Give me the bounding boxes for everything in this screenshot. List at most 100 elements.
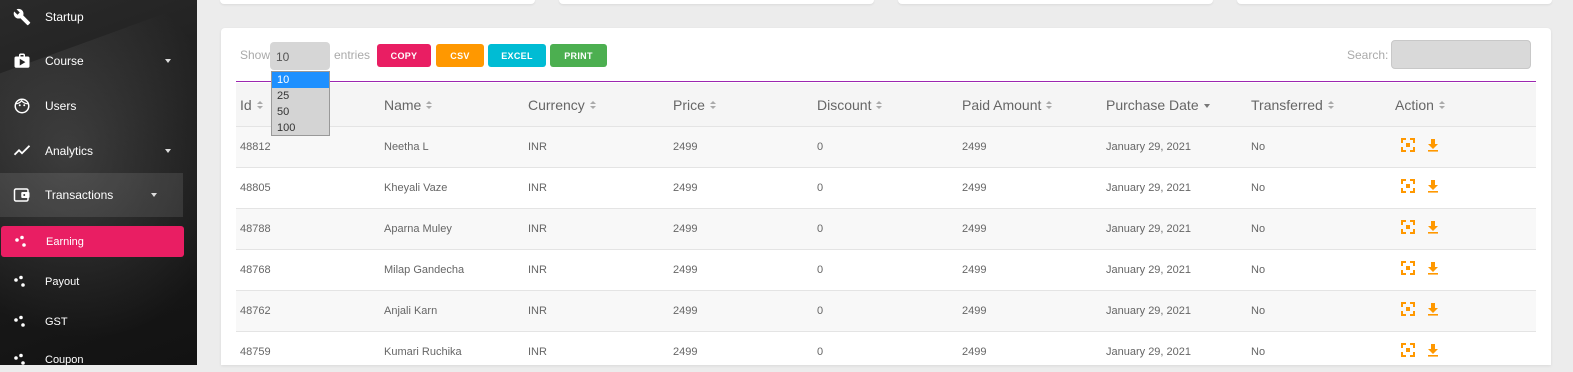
- column-header-paid-amount[interactable]: Paid Amount: [962, 97, 1053, 113]
- cell-transferred: No: [1251, 264, 1266, 276]
- dots-icon: [13, 353, 27, 366]
- dots-icon: [14, 235, 28, 249]
- cell-name: Kumari Ruchika: [384, 346, 462, 358]
- sidebar-item-label: Startup: [45, 10, 84, 24]
- copy-button[interactable]: COPY: [377, 44, 431, 67]
- download-icon[interactable]: [1426, 220, 1440, 234]
- column-header-discount[interactable]: Discount: [817, 97, 883, 113]
- cell-id: 48759: [240, 346, 271, 358]
- column-header-id[interactable]: Id: [240, 97, 263, 113]
- column-header-transferred[interactable]: Transferred: [1251, 97, 1334, 113]
- expand-icon[interactable]: [1401, 179, 1415, 193]
- table-header: Id Name Currency Price Discount Paid Amo…: [236, 83, 1536, 126]
- cell-price: 2499: [673, 141, 698, 153]
- column-header-purchase-date[interactable]: Purchase Date: [1106, 97, 1210, 113]
- sort-icon: [589, 100, 596, 110]
- table-row: 48762 Anjali Karn INR 2499 0 2499 January 29, …: [236, 290, 1536, 331]
- search-input[interactable]: [1391, 40, 1531, 69]
- sort-icon: [876, 100, 883, 110]
- cell-purchase-date: January 29, 2021: [1106, 264, 1192, 276]
- cell-price: 2499: [673, 346, 698, 358]
- page-length-option[interactable]: 10: [272, 72, 329, 88]
- cell-currency: INR: [528, 305, 547, 317]
- expand-icon[interactable]: [1401, 302, 1415, 316]
- cell-transferred: No: [1251, 223, 1266, 235]
- cell-discount: 0: [817, 305, 824, 317]
- search-label: Search:: [1347, 48, 1389, 62]
- cell-paid-amount: 2499: [962, 182, 987, 194]
- sidebar-subitem-coupon[interactable]: Coupon: [0, 344, 184, 365]
- cell-name: Anjali Karn: [384, 305, 438, 317]
- cell-name: Aparna Muley: [384, 223, 452, 235]
- wallet-icon: [12, 185, 32, 205]
- cell-currency: INR: [528, 223, 547, 235]
- download-icon[interactable]: [1426, 261, 1440, 275]
- csv-button[interactable]: CSV: [436, 44, 484, 67]
- expand-icon[interactable]: [1401, 261, 1415, 275]
- sidebar-item-analytics[interactable]: Analytics: [0, 129, 197, 173]
- cell-paid-amount: 2499: [962, 346, 987, 358]
- sidebar-item-startup[interactable]: Startup: [0, 0, 197, 39]
- cell-purchase-date: January 29, 2021: [1106, 182, 1192, 194]
- wrench-icon: [12, 7, 32, 27]
- sidebar-subitem-gst[interactable]: GST: [0, 306, 184, 337]
- cell-price: 2499: [673, 305, 698, 317]
- cell-purchase-date: January 29, 2021: [1106, 305, 1192, 317]
- stat-card: [220, 0, 535, 4]
- cell-paid-amount: 2499: [962, 305, 987, 317]
- sort-icon: [1046, 100, 1053, 110]
- table-row: 48788 Aparna Muley INR 2499 0 2499 January 29,…: [236, 208, 1536, 249]
- page-length-option[interactable]: 50: [272, 104, 329, 120]
- chevron-down-icon: [151, 193, 157, 197]
- sidebar: Startup Course Users Analytics Transacti…: [0, 0, 197, 365]
- column-header-currency[interactable]: Currency: [528, 97, 596, 113]
- sidebar-subitem-payout[interactable]: Payout: [0, 266, 184, 297]
- sidebar-item-label: Users: [45, 99, 77, 113]
- sort-icon: [1327, 100, 1334, 110]
- sidebar-item-users[interactable]: Users: [0, 84, 197, 128]
- briefcase-icon: [12, 51, 32, 71]
- cell-name: Milap Gandecha: [384, 264, 465, 276]
- download-icon[interactable]: [1426, 343, 1440, 357]
- show-label: Show: [240, 48, 271, 62]
- column-header-action[interactable]: Action: [1395, 97, 1445, 113]
- cell-id: 48788: [240, 223, 271, 235]
- table-row: 48812 Neetha L INR 2499 0 2499 January 29, 202…: [236, 126, 1536, 167]
- cell-price: 2499: [673, 264, 698, 276]
- cell-id: 48812: [240, 141, 271, 153]
- sidebar-item-label: Transactions: [45, 188, 114, 202]
- cell-name: Neetha L: [384, 141, 429, 153]
- page-length-select[interactable]: 10: [270, 42, 330, 70]
- cell-id: 48762: [240, 305, 271, 317]
- print-button[interactable]: PRINT: [550, 44, 607, 67]
- download-icon[interactable]: [1426, 179, 1440, 193]
- cell-transferred: No: [1251, 182, 1266, 194]
- download-icon[interactable]: [1426, 302, 1440, 316]
- dots-icon: [13, 275, 27, 289]
- page-length-option[interactable]: 25: [272, 88, 329, 104]
- page-length-option[interactable]: 100: [272, 120, 329, 136]
- sort-desc-icon: [1203, 101, 1210, 110]
- expand-icon[interactable]: [1401, 138, 1415, 152]
- cell-currency: INR: [528, 182, 547, 194]
- sidebar-item-transactions[interactable]: Transactions: [0, 173, 183, 217]
- cell-transferred: No: [1251, 305, 1266, 317]
- stat-card: [898, 0, 1213, 4]
- excel-button[interactable]: EXCEL: [488, 44, 546, 67]
- cell-discount: 0: [817, 223, 824, 235]
- expand-icon[interactable]: [1401, 220, 1415, 234]
- stat-card: [1237, 0, 1552, 4]
- sidebar-item-course[interactable]: Course: [0, 39, 197, 83]
- sidebar-subitem-earning[interactable]: Earning: [1, 226, 184, 257]
- cell-purchase-date: January 29, 2021: [1106, 141, 1192, 153]
- sidebar-item-label: Course: [45, 54, 84, 68]
- column-header-price[interactable]: Price: [673, 97, 716, 113]
- cell-paid-amount: 2499: [962, 141, 987, 153]
- cell-transferred: No: [1251, 346, 1266, 358]
- expand-icon[interactable]: [1401, 343, 1415, 357]
- column-header-name[interactable]: Name: [384, 97, 433, 113]
- cell-price: 2499: [673, 223, 698, 235]
- sort-icon: [426, 100, 433, 110]
- chevron-down-icon: [165, 149, 171, 153]
- download-icon[interactable]: [1426, 138, 1440, 152]
